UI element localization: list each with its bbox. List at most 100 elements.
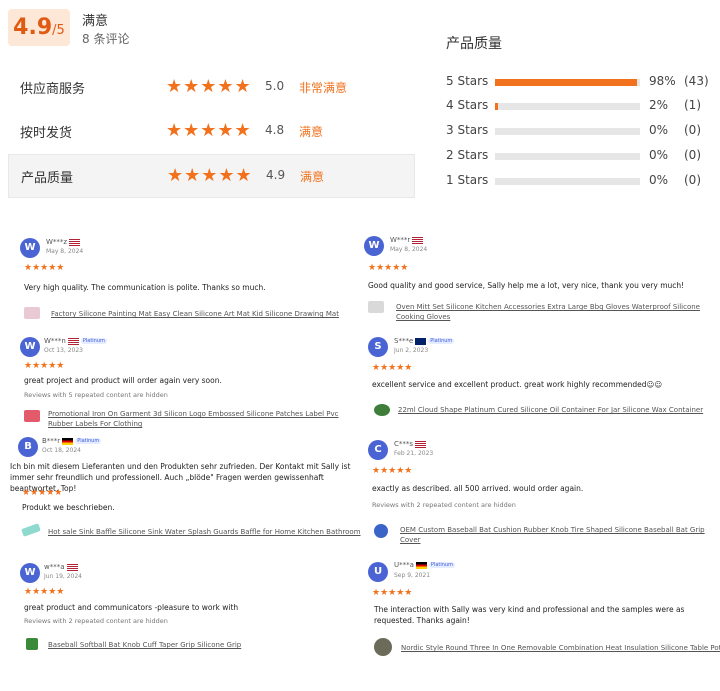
review-date: Jun 2, 2023 (394, 347, 429, 354)
avatar: C (368, 440, 388, 460)
review-date: Oct 13, 2023 (44, 347, 83, 354)
product-thumbnail[interactable] (26, 638, 38, 650)
review-card: B B***r Platinum Oct 18, 2024 Ich bin mit… (10, 437, 366, 542)
star-count: (1) (684, 98, 701, 112)
category-stars: ★★★★★ (166, 120, 252, 141)
review-date: Oct 18, 2024 (42, 447, 81, 454)
product-thumbnail[interactable] (374, 638, 392, 656)
product-link[interactable]: Factory Silicone Painting Mat Easy Clean… (51, 309, 356, 319)
avatar: W (20, 337, 40, 357)
reviewer-name: B***r Platinum (42, 437, 102, 445)
review-card: W W***r May 8, 2024 ★★★★★ Good quality a… (364, 236, 720, 331)
reviewer-name: W***r (390, 236, 424, 244)
review-stars: ★★★★★ (22, 488, 63, 498)
review-stars: ★★★★★ (24, 263, 65, 273)
star-bar (495, 178, 640, 185)
reviewer-name: w***a (44, 563, 78, 571)
product-link[interactable]: 22ml Cloud Shape Platinum Cured Silicone… (398, 405, 718, 415)
review-text: Ich bin mit diesem Lieferanten und den P… (10, 462, 351, 493)
category-score: 4.9 (266, 168, 286, 182)
star-label: 1 Stars (446, 173, 489, 187)
review-card: C C***s Feb 21, 2023 ★★★★★ exactly as de… (366, 438, 720, 545)
flag-icon (415, 337, 427, 345)
review-stars: ★★★★★ (24, 361, 65, 371)
reviewer-name: U***a Platinum (394, 561, 455, 569)
review-text: excellent service and excellent product.… (372, 380, 663, 389)
star-bar (495, 153, 640, 160)
flag-icon (67, 337, 79, 345)
avatar: W (20, 238, 40, 258)
star-bar-fill (495, 79, 638, 86)
category-word: 非常满意 (299, 81, 348, 95)
product-link[interactable]: Promotional Iron On Garment 3d Silicon L… (48, 409, 358, 429)
platinum-badge: Platinum (428, 338, 455, 344)
star-percent: 0% (649, 123, 669, 137)
review-text: Very high quality. The communication is … (24, 283, 266, 292)
flag-icon (66, 563, 78, 571)
star-label: 2 Stars (446, 148, 489, 162)
review-text: The interaction with Sally was very kind… (374, 605, 685, 625)
product-link[interactable]: Nordic Style Round Three In One Removabl… (401, 643, 720, 653)
star-percent: 98% (649, 74, 676, 88)
review-text-extra: Produkt we beschrieben. (22, 503, 115, 512)
star-label: 5 Stars (446, 74, 489, 88)
product-thumbnail[interactable] (21, 523, 41, 537)
flag-icon (62, 437, 74, 445)
reviewer-name: S***e Platinum (394, 337, 455, 345)
rating-score: 4.9 (13, 15, 53, 40)
star-count: (0) (684, 173, 701, 187)
review-text: Good quality and good service, Sally hel… (368, 281, 685, 290)
platinum-badge: Platinum (75, 438, 102, 444)
avatar: U (368, 562, 388, 582)
product-thumbnail[interactable] (374, 404, 390, 416)
star-label: 4 Stars (446, 98, 489, 112)
breakdown-title: 产品质量 (446, 36, 502, 52)
satisfaction-label: 满意 (82, 14, 109, 29)
product-thumbnail[interactable] (374, 524, 388, 538)
platinum-badge: Platinum (80, 338, 107, 344)
star-count: (0) (684, 123, 701, 137)
product-link[interactable]: OEM Custom Baseball Bat Cushion Rubber K… (400, 525, 718, 545)
review-card: U U***a Platinum Sep 9, 2021 ★★★★★ The in… (366, 560, 720, 665)
category-stars: ★★★★★ (166, 76, 252, 97)
platinum-badge: Platinum (428, 562, 455, 568)
category-row-service[interactable]: 供应商服务 ★★★★★ 5.0 非常满意 (8, 66, 415, 110)
flag-icon (69, 238, 81, 246)
star-label: 3 Stars (446, 123, 489, 137)
star-bar-fill (495, 103, 498, 110)
review-date: Jun 19, 2024 (44, 573, 83, 580)
product-link[interactable]: Baseball Softball Bat Knob Cuff Taper Gr… (48, 640, 358, 650)
star-percent: 2% (649, 98, 669, 112)
review-date: Sep 9, 2021 (394, 572, 431, 579)
avatar: W (20, 563, 40, 583)
category-score: 5.0 (265, 79, 285, 93)
hidden-reviews-note: Reviews with 5 repeated content are hidd… (24, 391, 168, 399)
review-count: 8 条评论 (82, 32, 130, 46)
review-date: May 8, 2024 (390, 246, 428, 253)
avatar: B (18, 437, 38, 457)
star-percent: 0% (649, 173, 669, 187)
review-text: great product and communicators -pleasur… (24, 603, 239, 612)
product-thumbnail[interactable] (24, 410, 40, 422)
hidden-reviews-note: Reviews with 2 repeated content are hidd… (24, 617, 168, 625)
flag-icon (415, 440, 427, 448)
category-row-quality[interactable]: 产品质量 ★★★★★ 4.9 满意 (8, 154, 415, 198)
category-row-shipping[interactable]: 按时发货 ★★★★★ 4.8 满意 (8, 110, 415, 154)
product-thumbnail[interactable] (24, 307, 40, 319)
review-stars: ★★★★★ (372, 588, 413, 598)
review-card: W W***n Platinum Oct 13, 2023 ★★★★★ great… (18, 337, 358, 432)
review-date: May 8, 2024 (46, 248, 84, 255)
product-thumbnail[interactable] (368, 301, 384, 313)
reviewer-name: W***z (46, 238, 81, 246)
product-link[interactable]: Oven Mitt Set Silicone Kitchen Accessori… (396, 302, 720, 322)
category-stars: ★★★★★ (167, 165, 253, 186)
star-bar (495, 103, 640, 110)
product-link[interactable]: Hot sale Sink Baffle Silicone Sink Water… (48, 527, 363, 537)
review-date: Feb 21, 2023 (394, 450, 434, 457)
review-stars: ★★★★★ (24, 587, 65, 597)
star-count: (0) (684, 148, 701, 162)
category-label: 供应商服务 (20, 82, 86, 97)
flag-icon (412, 236, 424, 244)
reviewer-name: W***n Platinum (44, 337, 107, 345)
star-count: (43) (684, 74, 709, 88)
